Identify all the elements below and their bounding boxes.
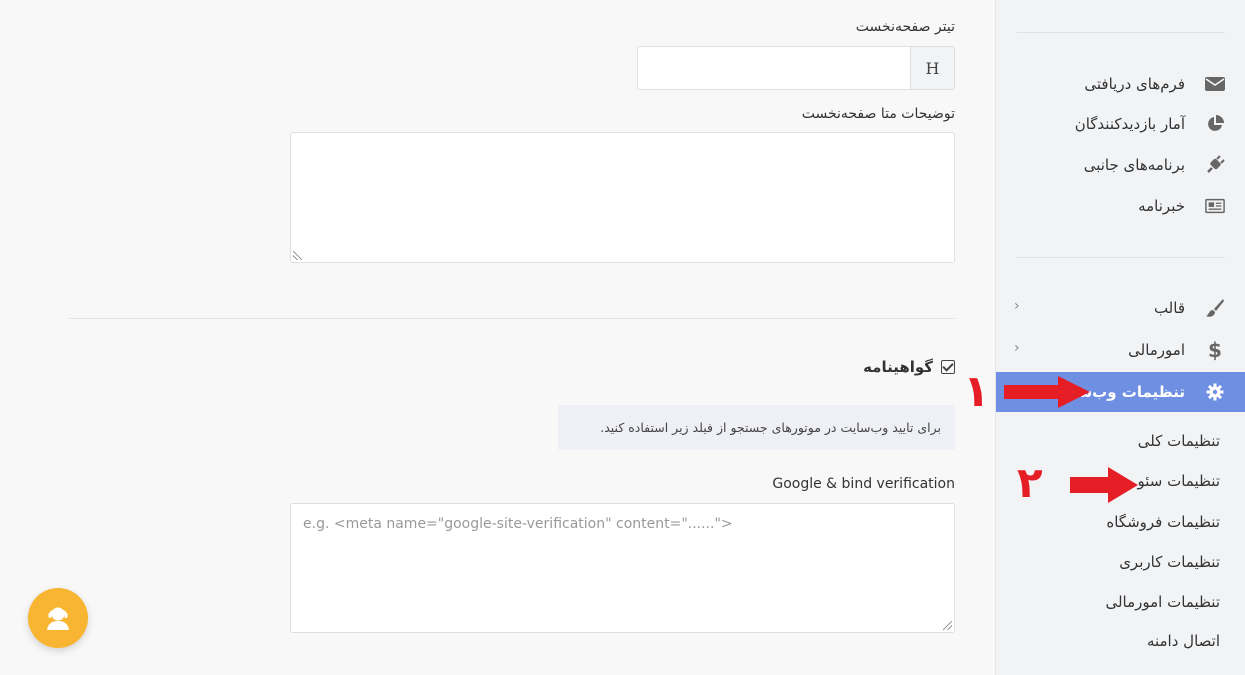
support-button[interactable] [28, 588, 88, 648]
submenu-general-settings[interactable]: تنظیمات کلی [1138, 432, 1220, 450]
verification-label: Google & bind verification [772, 476, 955, 492]
submenu-seo-settings[interactable]: تنظیمات سئو [1137, 472, 1220, 490]
home-title-input[interactable] [637, 46, 910, 90]
sidebar-divider [1017, 32, 1225, 33]
sidebar-item-received-forms[interactable]: فرم‌های دریافتی [996, 64, 1245, 104]
annotation-step-2: ۲ [1017, 458, 1043, 507]
sidebar-item-finance[interactable]: $ امورمالی ‹ [996, 330, 1245, 370]
newspaper-icon [1205, 196, 1225, 216]
gear-icon [1205, 382, 1225, 402]
sidebar-item-label: خبرنامه [1138, 197, 1185, 215]
verification-placeholder: e.g. <meta name="google-site-verificatio… [303, 516, 733, 532]
envelope-icon [1205, 74, 1225, 94]
meta-description-label: توضیحات متا صفحه‌نخست [801, 106, 955, 122]
dollar-icon: $ [1208, 338, 1222, 362]
submenu-shop-settings[interactable]: تنظیمات فروشگاه [1106, 513, 1220, 531]
annotation-arrow-1 [1004, 376, 1090, 408]
sidebar-item-theme[interactable]: قالب ‹ [996, 288, 1245, 328]
verification-textarea[interactable]: e.g. <meta name="google-site-verificatio… [290, 503, 955, 633]
sidebar-item-label: امورمالی [1128, 341, 1185, 359]
certificate-checkbox-row[interactable]: گواهینامه [863, 358, 955, 376]
support-agent-icon [47, 607, 69, 630]
certificate-label: گواهینامه [863, 358, 933, 376]
chevron-left-icon: ‹ [1014, 340, 1020, 356]
main-content: تیتر صفحه‌نخست H توضیحات متا صفحه‌نخست گ… [0, 0, 995, 675]
plug-icon [1205, 155, 1225, 175]
info-text: برای تایید وب‌سایت در موتورهای جستجو از … [600, 420, 941, 435]
section-divider [68, 318, 955, 319]
sidebar-item-visitor-stats[interactable]: آمار بازدیدکنندگان [996, 104, 1245, 144]
sidebar-divider [1017, 257, 1225, 258]
sidebar-item-label: آمار بازدیدکنندگان [1074, 115, 1185, 133]
meta-description-textarea[interactable] [290, 132, 955, 263]
chevron-left-icon: ‹ [1014, 298, 1020, 314]
resize-handle[interactable] [293, 251, 302, 260]
home-title-label: تیتر صفحه‌نخست [855, 19, 955, 35]
heading-addon: H [910, 46, 955, 90]
annotation-step-1: ۱ [963, 366, 990, 417]
submenu-user-settings[interactable]: تنظیمات کاربری [1119, 553, 1220, 571]
sidebar: فرم‌های دریافتی آمار بازدیدکنندگان برنام… [995, 0, 1245, 675]
brush-icon [1205, 298, 1225, 318]
pie-chart-icon [1205, 114, 1225, 134]
sidebar-item-label: فرم‌های دریافتی [1084, 75, 1185, 93]
sidebar-item-newsletter[interactable]: خبرنامه [996, 186, 1245, 226]
submenu-finance-settings[interactable]: تنظیمات امورمالی [1105, 593, 1220, 611]
sidebar-item-label: برنامه‌های جانبی [1083, 156, 1185, 174]
certificate-checkbox[interactable] [941, 360, 955, 374]
submenu-domain-connect[interactable]: اتصال دامنه [1147, 632, 1220, 650]
info-alert: برای تایید وب‌سایت در موتورهای جستجو از … [558, 405, 955, 450]
sidebar-item-label: قالب [1153, 299, 1185, 317]
annotation-arrow-2 [1070, 467, 1138, 503]
resize-handle[interactable] [943, 621, 952, 630]
home-title-input-group: H [637, 46, 955, 90]
sidebar-item-plugins[interactable]: برنامه‌های جانبی [996, 145, 1245, 185]
